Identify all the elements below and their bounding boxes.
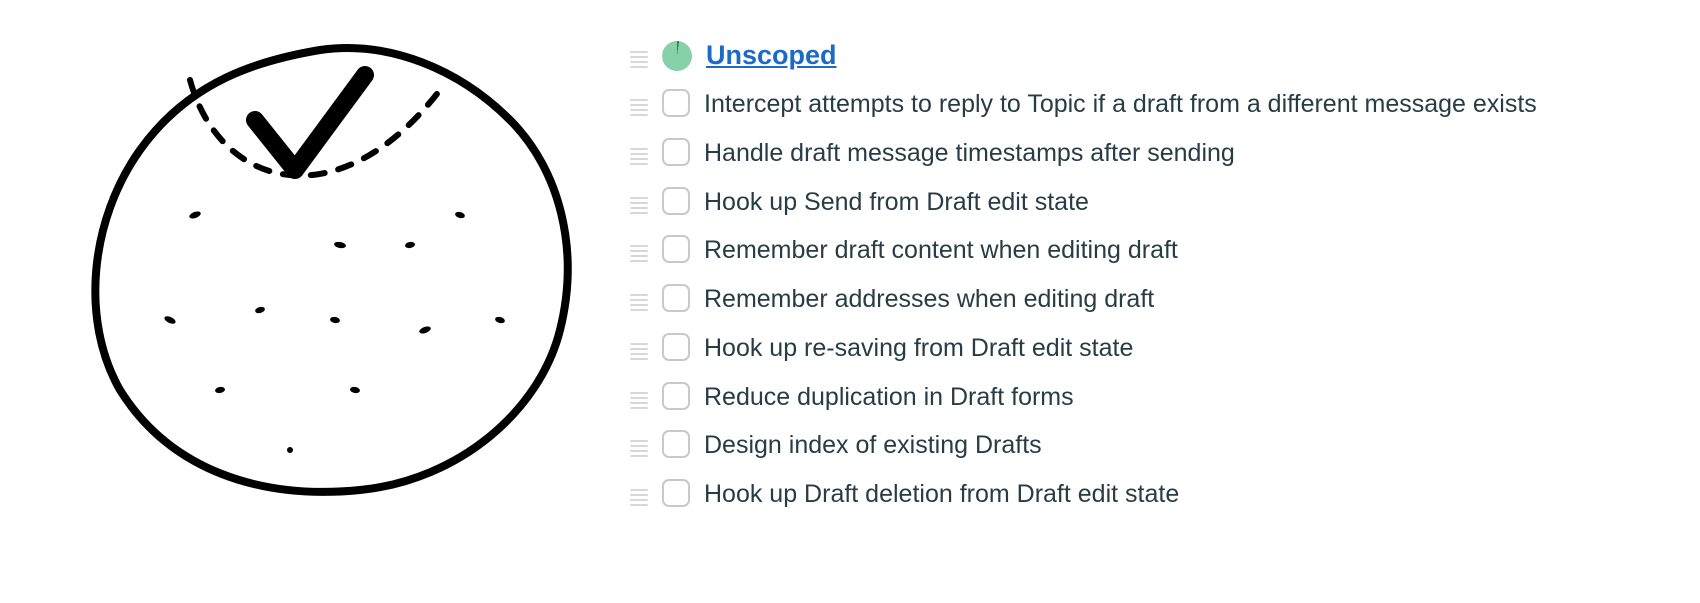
task-checkbox[interactable] (662, 479, 690, 507)
task-label[interactable]: Handle draft message timestamps after se… (704, 136, 1235, 171)
drag-handle-icon[interactable] (630, 197, 654, 214)
task-checkbox[interactable] (662, 382, 690, 410)
task-checkbox[interactable] (662, 187, 690, 215)
task-checkbox[interactable] (662, 138, 690, 166)
page-root: Unscoped Intercept attempts to reply to … (0, 0, 1700, 603)
task-row: Hook up re-saving from Draft edit state (630, 331, 1660, 366)
task-label[interactable]: Intercept attempts to reply to Topic if … (704, 87, 1537, 122)
section-header: Unscoped (630, 40, 1660, 71)
drag-handle-icon[interactable] (630, 392, 654, 409)
section-title-link[interactable]: Unscoped (706, 40, 837, 71)
illustration-panel (0, 0, 620, 603)
task-label[interactable]: Reduce duplication in Draft forms (704, 380, 1074, 415)
task-checkbox[interactable] (662, 89, 690, 117)
task-label[interactable]: Hook up Draft deletion from Draft edit s… (704, 477, 1179, 512)
task-row: Remember draft content when editing draf… (630, 233, 1660, 268)
task-row: Remember addresses when editing draft (630, 282, 1660, 317)
drag-handle-icon[interactable] (630, 245, 654, 262)
task-checkbox[interactable] (662, 430, 690, 458)
task-label[interactable]: Design index of existing Drafts (704, 428, 1042, 463)
task-row: Hook up Send from Draft edit state (630, 185, 1660, 220)
scope-sketch-icon (60, 20, 600, 520)
drag-handle-icon[interactable] (630, 343, 654, 360)
task-list: Intercept attempts to reply to Topic if … (630, 87, 1660, 512)
drag-handle-icon[interactable] (630, 294, 654, 311)
drag-handle-icon[interactable] (630, 489, 654, 506)
task-checkbox[interactable] (662, 235, 690, 263)
task-row: Handle draft message timestamps after se… (630, 136, 1660, 171)
task-row: Intercept attempts to reply to Topic if … (630, 87, 1660, 122)
progress-pie-icon (662, 41, 692, 71)
drag-handle-icon[interactable] (630, 51, 654, 68)
task-label[interactable]: Hook up re-saving from Draft edit state (704, 331, 1133, 366)
task-row: Design index of existing Drafts (630, 428, 1660, 463)
task-list-panel: Unscoped Intercept attempts to reply to … (620, 0, 1700, 603)
drag-handle-icon[interactable] (630, 148, 654, 165)
task-label[interactable]: Remember addresses when editing draft (704, 282, 1154, 317)
task-row: Reduce duplication in Draft forms (630, 380, 1660, 415)
task-checkbox[interactable] (662, 333, 690, 361)
task-checkbox[interactable] (662, 284, 690, 312)
task-label[interactable]: Remember draft content when editing draf… (704, 233, 1178, 268)
task-row: Hook up Draft deletion from Draft edit s… (630, 477, 1660, 512)
task-label[interactable]: Hook up Send from Draft edit state (704, 185, 1089, 220)
drag-handle-icon[interactable] (630, 99, 654, 116)
drag-handle-icon[interactable] (630, 440, 654, 457)
